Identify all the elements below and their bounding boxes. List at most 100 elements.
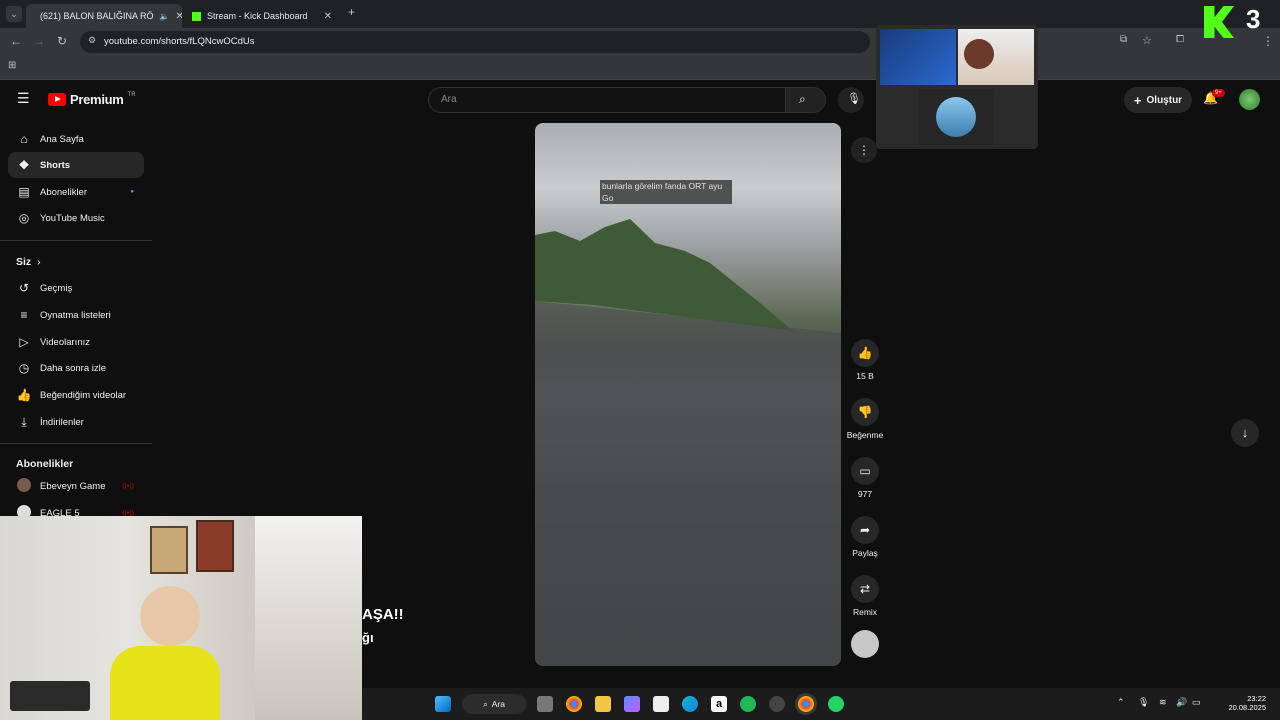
sidebar-item-youtube-music[interactable]: ◎ YouTube Music <box>8 205 144 231</box>
hamburger-menu-icon[interactable]: ☰ <box>17 90 30 107</box>
sidebar-item-history[interactable]: ↺ Geçmiş <box>8 275 144 301</box>
sidebar-item-subscriptions[interactable]: ▤ Abonelikler ● <box>8 179 144 205</box>
spotify-icon[interactable] <box>740 696 756 712</box>
site-info-icon[interactable]: ⚙ <box>88 35 96 46</box>
more-options-icon[interactable]: ⋮ <box>851 137 877 163</box>
liked-videos-icon: 👍 <box>16 388 32 402</box>
dislike-button[interactable]: 👎 Beğenme <box>847 398 883 440</box>
divider <box>0 240 152 241</box>
task-view-icon[interactable] <box>537 696 553 712</box>
sidebar-item-label: Beğendiğim videolar <box>40 389 127 401</box>
like-button[interactable]: 👍 15 B <box>850 339 880 381</box>
chrome-active-icon[interactable] <box>798 696 814 712</box>
create-button[interactable]: + Oluştur <box>1124 87 1192 113</box>
short-video-player[interactable]: bunlarla görelim fanda ORT ayu Go <box>535 123 841 666</box>
participant-tile[interactable] <box>918 89 994 145</box>
close-icon[interactable]: ✕ <box>176 11 182 22</box>
tab-kick[interactable]: Stream - Kick Dashboard ✕ <box>184 4 340 28</box>
youtube-logo[interactable]: Premium TR <box>48 92 136 107</box>
participant-tile[interactable] <box>880 29 956 85</box>
sidebar-item-shorts[interactable]: ❖ Shorts <box>8 152 144 178</box>
comment-icon: ▭ <box>851 457 879 485</box>
forward-button[interactable]: → <box>33 34 45 48</box>
sidebar-item-label: İndirilenler <box>40 416 84 428</box>
wifi-icon[interactable]: ≋ <box>1159 697 1167 708</box>
sidebar: ⌂ Ana Sayfa ❖ Shorts ▤ Abonelikler ● ◎ Y… <box>0 120 154 520</box>
menu-kebab-icon[interactable]: ⋮ <box>1262 34 1274 48</box>
new-tab-button[interactable]: + <box>348 5 355 19</box>
logo-country-badge: TR <box>127 91 136 98</box>
search-icon: ⌕ <box>483 698 488 709</box>
tray-overflow-icon[interactable]: ⌃ <box>1117 697 1125 708</box>
sidebar-item-label: Oynatma listeleri <box>40 309 111 321</box>
sidebar-subscription-item[interactable]: Ebeveyn Game ((•)) <box>8 473 144 499</box>
sidebar-item-downloads[interactable]: ⤓ İndirilenler <box>8 409 144 435</box>
remix-icon: ⇄ <box>851 575 879 603</box>
back-button[interactable]: ← <box>10 34 22 48</box>
sidebar-section-you[interactable]: Siz › <box>16 256 41 268</box>
sidebar-item-watch-later[interactable]: ◷ Daha sonra izle <box>8 355 144 381</box>
thumbs-down-icon: 👎 <box>851 398 879 426</box>
sidebar-item-playlists[interactable]: ≡ Oynatma listeleri <box>8 302 144 328</box>
speaker-icon[interactable]: 🔈 <box>160 12 170 21</box>
clock-date: 20.08.2025 <box>1228 703 1266 712</box>
tab-search-button[interactable]: ⌄ <box>6 6 22 22</box>
windows-start-icon[interactable] <box>435 696 451 712</box>
bookmark-star-icon[interactable]: ☆ <box>1142 34 1152 47</box>
mic-muted-icon[interactable]: 🎙 <box>1138 697 1149 708</box>
sidebar-item-label: Daha sonra izle <box>40 362 107 374</box>
share-button[interactable]: ➦ Paylaş <box>850 516 880 558</box>
chatgpt-icon[interactable] <box>769 696 785 712</box>
tab-title: (621) BALON BALIĞINA RÖ <box>40 11 154 21</box>
amazon-icon[interactable]: a <box>711 696 727 712</box>
streamer-webcam-overlay: AŞA!! ğı <box>0 516 362 720</box>
chrome-icon[interactable] <box>566 696 582 712</box>
reload-button[interactable]: ↻ <box>57 34 67 48</box>
close-icon[interactable]: ✕ <box>324 11 332 22</box>
sound-source-button[interactable] <box>850 630 880 658</box>
sidebar-item-label: Shorts <box>40 159 71 171</box>
share-icon: ➦ <box>851 516 879 544</box>
plus-icon: + <box>1133 92 1142 108</box>
apps-grid-icon[interactable]: ⊞ <box>8 60 16 71</box>
taskbar-search[interactable]: ⌕ Ara <box>462 694 526 714</box>
url-text: youtube.com/shorts/fLQNcwOCdUs <box>104 36 255 47</box>
edge-icon[interactable] <box>682 696 698 712</box>
extensions-icon[interactable]: ⧠ <box>1176 34 1184 45</box>
sidebar-item-home[interactable]: ⌂ Ana Sayfa <box>8 126 144 152</box>
sidebar-item-label: Ana Sayfa <box>40 133 84 145</box>
avatar[interactable] <box>1239 89 1260 110</box>
copilot-icon[interactable] <box>624 696 640 712</box>
search-input[interactable]: Ara <box>428 87 786 113</box>
whatsapp-icon[interactable] <box>828 696 844 712</box>
participant-tile[interactable] <box>958 29 1034 85</box>
comments-button[interactable]: ▭ 977 <box>850 457 880 499</box>
store-icon[interactable] <box>653 696 669 712</box>
file-explorer-icon[interactable] <box>595 696 611 712</box>
system-clock[interactable]: 23:22 20.08.2025 <box>1228 694 1266 712</box>
omnibox[interactable]: ⚙ youtube.com/shorts/fLQNcwOCdUs <box>80 31 870 53</box>
call-participants-popup <box>876 25 1038 149</box>
tab-title: Stream - Kick Dashboard <box>207 11 308 21</box>
next-short-arrow-icon[interactable]: ↓ <box>1231 419 1259 447</box>
sidebar-item-your-videos[interactable]: ▷ Videolarınız <box>8 329 144 355</box>
battery-icon[interactable]: ▭ <box>1192 697 1201 708</box>
logo-text: Premium <box>70 92 124 107</box>
sidebar-item-label: Ebeveyn Game <box>40 480 106 492</box>
voice-search-button[interactable]: 🎙 <box>838 87 864 113</box>
sidebar-item-liked-videos[interactable]: 👍 Beğendiğim videolar <box>8 382 144 408</box>
sidebar-item-label: Abonelikler <box>40 186 87 198</box>
home-icon: ⌂ <box>20 132 28 146</box>
watch-later-icon: ◷ <box>18 361 30 375</box>
browser-tab-strip: ⌄ (621) BALON BALIĞINA RÖ 🔈 ✕ Stream - K… <box>0 0 1280 28</box>
windows-taskbar: ⌕ Ara a ⌃ 🎙 ≋ 🔊 ▭ 23:22 20.08.2025 <box>362 688 1280 720</box>
volume-icon[interactable]: 🔊 <box>1176 697 1187 708</box>
create-label: Oluştur <box>1146 94 1183 106</box>
search-button[interactable]: ⌕ <box>786 87 826 113</box>
install-app-icon[interactable]: ⧉ <box>1120 34 1127 45</box>
keyboard <box>10 681 90 711</box>
thumbs-up-icon: 👍 <box>851 339 879 367</box>
tab-youtube[interactable]: (621) BALON BALIĞINA RÖ 🔈 ✕ <box>26 4 182 28</box>
notification-count-badge: 9+ <box>1212 89 1225 97</box>
remix-button[interactable]: ⇄ Remix <box>850 575 880 617</box>
